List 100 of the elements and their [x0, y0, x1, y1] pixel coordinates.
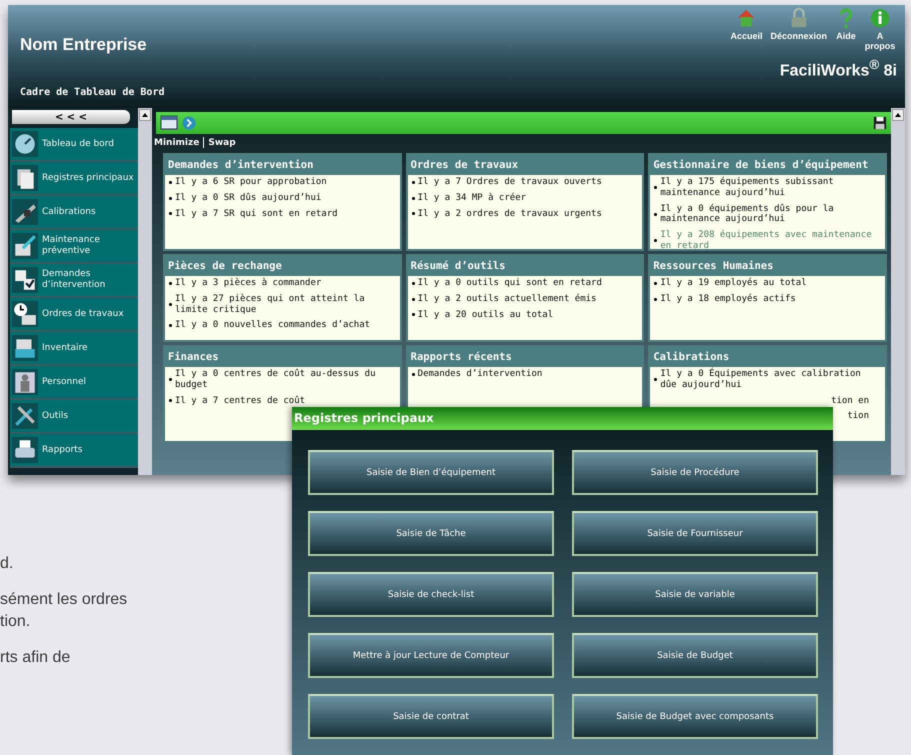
panel-title: Résumé d’outils [408, 256, 642, 276]
record-entry-button[interactable]: Saisie de Budget [572, 633, 818, 678]
record-entry-button[interactable]: Saisie de Budget avec composants [572, 694, 818, 739]
nav-button[interactable]: Aide [833, 7, 859, 41]
summary-item[interactable]: Il y a 0 nouvelles commandes d’achat [175, 320, 370, 332]
bullet-icon [654, 239, 658, 242]
body-text: rts afin de [0, 648, 70, 668]
checkbox-icon [12, 267, 38, 293]
scroll-up-icon[interactable] [139, 109, 151, 121]
panel-title: Finances [165, 347, 400, 367]
sidebar-item[interactable]: Registres principaux [10, 162, 138, 196]
save-icon[interactable] [873, 116, 887, 130]
summary-item[interactable]: Il y a 34 MP à créer [418, 192, 526, 204]
summary-item[interactable]: Il y a 7 Ordres de travaux ouverts [418, 177, 602, 188]
clock-icon [12, 301, 38, 327]
record-entry-button[interactable]: Saisie de Tâche [308, 511, 554, 556]
info-icon [869, 7, 891, 29]
bullet-icon [412, 282, 415, 285]
record-entry-button[interactable]: Saisie de check-list [308, 572, 554, 617]
summary-item[interactable]: Il y a 0 équipements dûs pour la maintenance aujourd’hui [660, 204, 881, 226]
record-entry-button[interactable]: Saisie de Bien d’équipement [308, 450, 554, 495]
calendar-icon[interactable] [160, 115, 180, 131]
sidebar-item[interactable]: Personnel [10, 366, 138, 400]
box-icon [12, 335, 38, 361]
sidebar-item[interactable]: Outils [10, 400, 138, 434]
summary-item[interactable]: Il y a 2 ordres de travaux urgents [418, 208, 602, 220]
nav-button[interactable]: A propos [863, 7, 897, 51]
bullet-icon [412, 372, 415, 376]
nav-button[interactable]: Accueil [728, 7, 764, 41]
summary-item[interactable]: Il y a 27 pièces qui ont atteint la limite critique [175, 294, 396, 316]
summary-item[interactable]: Il y a 0 centres de coût au-dessus du budget [175, 369, 396, 391]
record-entry-button[interactable]: Saisie de Procédure [572, 450, 818, 495]
panel-title: Gestionnaire de biens d’équipement [650, 155, 885, 175]
toolbar-link[interactable]: Swap [208, 138, 236, 148]
toolbar-link[interactable]: Minimize [154, 138, 200, 148]
panel-title: Pièces de rechange [165, 256, 400, 276]
page-subtitle: Cadre de Tableau de Bord [20, 87, 164, 98]
company-name: Nom Entreprise [20, 35, 148, 55]
product-name: FaciliWorks$^{®}$ 8i [780, 57, 897, 80]
scrollbar[interactable] [891, 108, 905, 475]
sidebar-item[interactable]: Ordres de travaux [10, 298, 138, 332]
scrollbar[interactable] [138, 108, 152, 475]
bullet-icon [412, 313, 415, 316]
summary-item[interactable]: Il y a 175 équipements subissant maintenance aujourd’hui [660, 177, 881, 199]
sidebar-item[interactable]: Demandes d’intervention [10, 264, 138, 298]
bullet-icon [654, 298, 658, 301]
record-entry-button[interactable]: Mettre à jour Lecture de Compteur [308, 633, 554, 678]
dialog-title: Registres principaux [292, 407, 833, 430]
collapse-button[interactable]: < < < [12, 110, 130, 124]
record-entry-button[interactable]: Saisie de Fournisseur [572, 511, 818, 556]
pen-documents-icon [12, 233, 38, 259]
summary-item[interactable]: tion en [831, 396, 869, 406]
sidebar-item[interactable]: Calibrations [10, 196, 138, 230]
summary-item[interactable]: Il y a 7 centres de coût [175, 396, 306, 406]
nav-button[interactable]: Déconnexion [768, 7, 829, 41]
bullet-icon [169, 324, 172, 328]
bullet-icon [654, 186, 658, 190]
bullet-icon [169, 180, 172, 184]
panel-title: Ressources Humaines [650, 256, 885, 276]
gauge-icon [12, 131, 38, 157]
sidebar-item[interactable]: Inventaire [10, 332, 138, 366]
summary-item[interactable]: Il y a 0 outils qui sont en retard [418, 278, 602, 289]
bullet-icon [412, 180, 415, 184]
summary-item[interactable]: Il y a 208 équipements avec maintenance en retard [660, 230, 881, 252]
summary-item[interactable]: Il y a 18 employés actifs [660, 294, 796, 305]
summary-item[interactable]: Demandes d’intervention [418, 369, 542, 380]
bullet-icon [654, 282, 658, 285]
person-icon [12, 369, 38, 395]
caliper-icon [12, 199, 38, 225]
summary-item[interactable]: Il y a 2 outils actuellement émis [418, 294, 596, 305]
sidebar-item[interactable]: Rapports [10, 434, 138, 468]
panel-title: Rapports récents [408, 347, 642, 367]
hammer-wrench-icon [12, 403, 38, 429]
bullet-icon [169, 399, 172, 402]
summary-item[interactable]: Il y a 19 employés au total [660, 278, 807, 289]
summary-item[interactable]: tion [847, 411, 869, 422]
summary-item[interactable]: Il y a 7 SR qui sont en retard [175, 208, 338, 220]
panel-title: Calibrations [650, 347, 885, 367]
sidebar-item[interactable]: Tableau de bord [10, 128, 138, 162]
bullet-icon [654, 378, 658, 382]
summary-item[interactable]: Il y a 3 pièces à commander [175, 278, 322, 289]
summary-item[interactable]: Il y a 20 outils au total [418, 310, 554, 320]
record-entry-button[interactable]: Saisie de contrat [308, 694, 554, 739]
body-text: sément les ordres [0, 590, 128, 610]
bullet-icon [169, 378, 172, 382]
summary-item[interactable]: Il y a 6 SR pour approbation [175, 177, 327, 188]
sidebar-item[interactable]: Maintenance préventive [10, 230, 138, 264]
bullet-icon [169, 196, 172, 200]
record-entry-button[interactable]: Saisie de variable [572, 572, 818, 617]
panel-title: Ordres de travaux [408, 155, 642, 175]
bullet-icon [169, 282, 172, 285]
bullet-icon [412, 298, 415, 301]
arrow-right-icon[interactable] [182, 116, 196, 130]
scroll-up-icon[interactable] [892, 109, 904, 121]
summary-item[interactable]: Il y a 0 Équipements avec calibration dûe aujourd’hui [660, 369, 881, 391]
summary-item[interactable]: Il y a 0 SR dûs aujourd’hui [175, 192, 322, 204]
bullet-icon [412, 196, 415, 200]
panel-title: Demandes d’intervention [165, 155, 400, 175]
documents-icon [12, 165, 38, 191]
bullet-icon [169, 212, 172, 216]
